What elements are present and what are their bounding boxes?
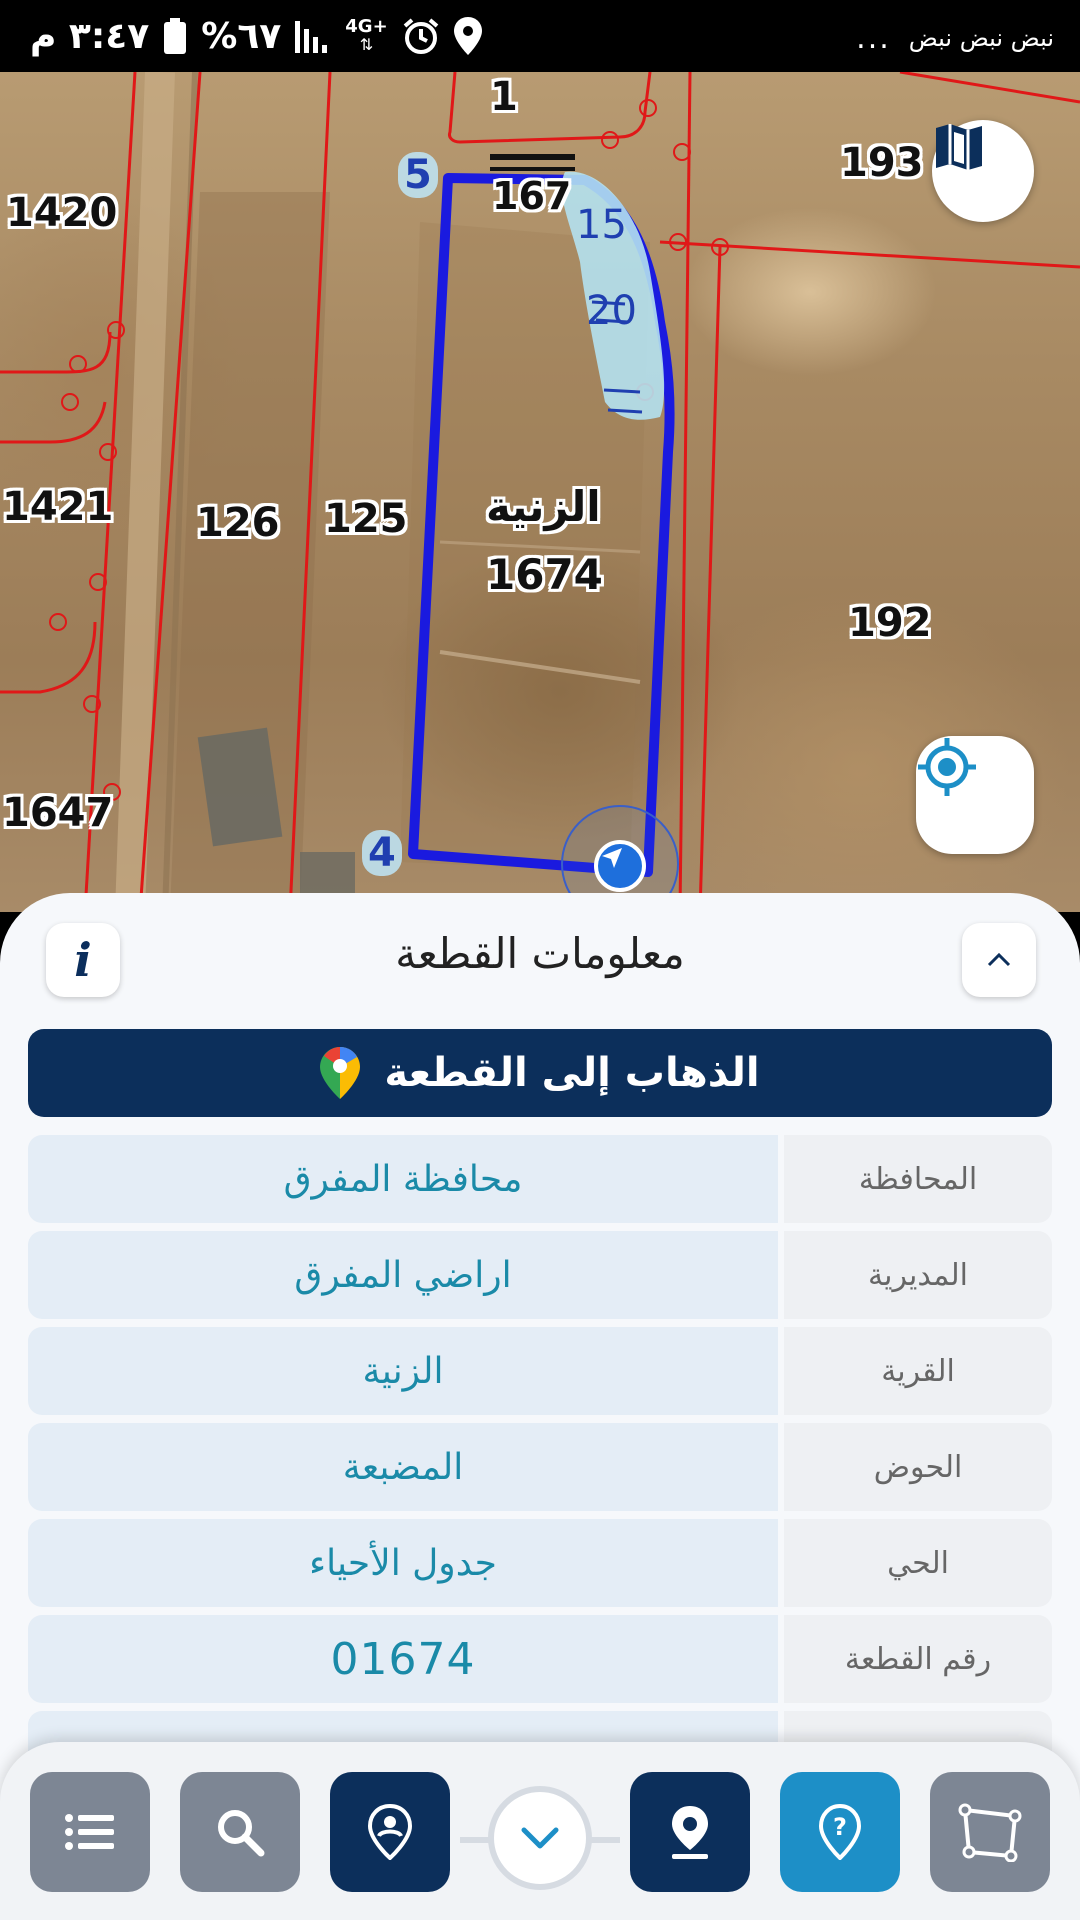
vertex-15: 15 (576, 202, 627, 248)
parcel-location-button[interactable] (630, 1772, 750, 1892)
info-row-village: القرية الزنية (28, 1327, 1052, 1415)
row-value: جدول الأحياء (28, 1519, 778, 1607)
map-label-193: 193 (840, 140, 924, 186)
status-right: ... نبض نبض نبض (856, 18, 1054, 58)
parcel-info-rows: المحافظة محافظة المفرق المديرية اراضي ال… (28, 1135, 1052, 1759)
map-label-1: 1 (490, 74, 518, 120)
status-time: ٣:٤٧ م (30, 15, 150, 57)
help-pin-icon: ? (818, 1804, 862, 1860)
map-label-125: 125 (324, 496, 408, 542)
info-row-basin: الحوض المضبعة (28, 1423, 1052, 1511)
row-label: المديرية (784, 1231, 1052, 1319)
list-button[interactable] (30, 1772, 150, 1892)
info-row-governorate: المحافظة محافظة المفرق (28, 1135, 1052, 1223)
more-notifications: ... (856, 20, 891, 56)
signal-icon (295, 21, 328, 53)
alarm-icon (403, 18, 438, 54)
battery-icon (164, 18, 187, 54)
chevron-up-icon (987, 952, 1011, 967)
map-layers-button[interactable] (932, 120, 1034, 222)
row-label: الحوض (784, 1423, 1052, 1511)
row-label: المحافظة (784, 1135, 1052, 1223)
map-label-126: 126 (196, 500, 280, 546)
map-view[interactable]: 1 193 1420 167 1421 126 125 الزنية 1674 … (0, 72, 1080, 912)
divider-left (460, 1837, 490, 1843)
row-label: رقم القطعة (784, 1615, 1052, 1703)
parcel-name-label: الزنية (486, 482, 601, 531)
status-bar: ٣:٤٧ م %٦٧ 4G+ ⇅ ... نبض نبض نبض (0, 0, 1080, 72)
parcel-number-label: 1674 (486, 550, 603, 599)
polygon-measure-icon (958, 1803, 1022, 1862)
info-row-parcel-number: رقم القطعة 01674 (28, 1615, 1052, 1703)
row-value: اراضي المفرق (28, 1231, 778, 1319)
map-label-1421: 1421 (2, 484, 114, 530)
row-value: محافظة المفرق (28, 1135, 778, 1223)
locate-target-icon (918, 738, 976, 796)
map-book-icon (936, 124, 982, 170)
navigation-puck (594, 840, 646, 892)
bottom-toolbar: ? (0, 1742, 1080, 1920)
navigation-arrow-icon (602, 848, 622, 868)
search-icon (218, 1810, 265, 1857)
help-button[interactable]: ? (780, 1772, 900, 1892)
my-location-pin-button[interactable] (330, 1772, 450, 1892)
notification-text: نبض نبض نبض (908, 24, 1054, 52)
vertex-4: 4 (362, 830, 402, 876)
go-to-parcel-button[interactable]: الذهاب إلى القطعة (28, 1029, 1052, 1117)
info-row-neighborhood: الحي جدول الأحياء (28, 1519, 1052, 1607)
vertex-20: 20 (586, 288, 637, 334)
collapse-sheet-button[interactable] (962, 923, 1036, 997)
map-label-167: 167 (492, 174, 572, 218)
sheet-title: معلومات القطعة (395, 929, 685, 978)
list-icon (65, 1814, 114, 1850)
info-row-directorate: المديرية اراضي المفرق (28, 1231, 1052, 1319)
network-type: 4G+ ⇅ (345, 16, 388, 54)
search-button[interactable] (180, 1772, 300, 1892)
map-label-192: 192 (848, 600, 932, 646)
row-value: 01674 (28, 1615, 778, 1703)
map-label-1647: 1647 (2, 790, 114, 836)
row-label: الحي (784, 1519, 1052, 1607)
measure-button[interactable] (930, 1772, 1050, 1892)
divider-right (590, 1837, 620, 1843)
locate-me-button[interactable] (916, 736, 1034, 854)
row-value: الزنية (28, 1327, 778, 1415)
expand-toggle-button[interactable] (488, 1786, 592, 1890)
chevron-down-icon (521, 1827, 559, 1849)
status-left: ٣:٤٧ م %٦٧ 4G+ ⇅ (30, 14, 482, 58)
row-value: المضبعة (28, 1423, 778, 1511)
location-pin-icon (672, 1806, 708, 1859)
location-status-icon (453, 17, 482, 55)
go-to-parcel-label: الذهاب إلى القطعة (384, 1050, 760, 1096)
person-pin-icon (367, 1804, 413, 1860)
svg-text:?: ? (833, 1813, 847, 1841)
google-maps-pin-icon (320, 1047, 361, 1099)
vertex-5: 5 (398, 152, 438, 198)
row-label: القرية (784, 1327, 1052, 1415)
sheet-header: i معلومات القطعة (0, 893, 1080, 1023)
battery-percent: %٦٧ (201, 15, 282, 57)
map-label-1420: 1420 (6, 190, 118, 236)
